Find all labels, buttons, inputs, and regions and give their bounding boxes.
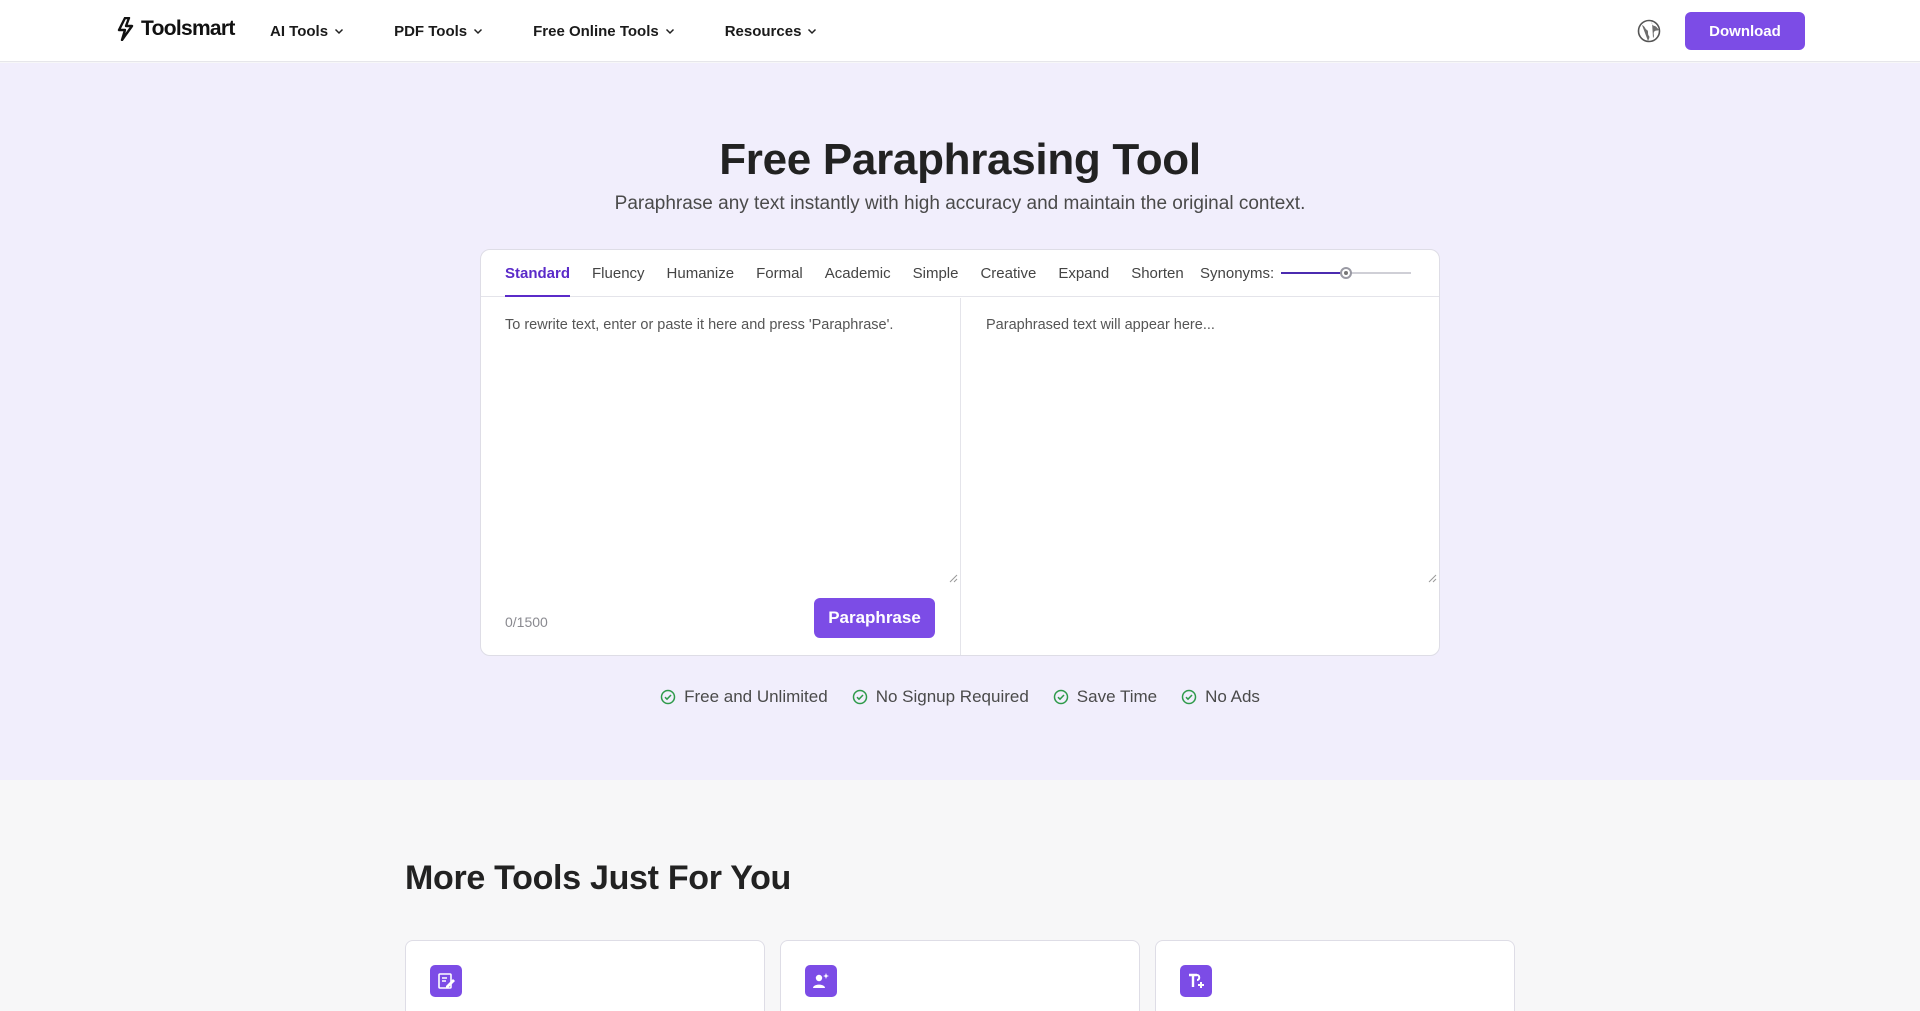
- feature-list: Free and Unlimited No Signup Required Sa…: [0, 687, 1920, 707]
- feature-label: Free and Unlimited: [684, 687, 828, 706]
- synonyms-label: Synonyms:: [1200, 265, 1275, 282]
- tab-formal[interactable]: Formal: [756, 250, 803, 297]
- nav-ai-tools[interactable]: AI Tools: [270, 23, 344, 40]
- logo-text: Toolsmart: [141, 17, 235, 40]
- mode-tabs-bar: Standard Fluency Humanize Formal Academi…: [481, 250, 1439, 297]
- edit-document-icon: [430, 965, 462, 997]
- slider-fill: [1281, 272, 1346, 274]
- slider-thumb[interactable]: [1340, 267, 1352, 279]
- output-textarea[interactable]: [962, 298, 1439, 581]
- tab-humanize[interactable]: Humanize: [667, 250, 735, 297]
- nav-pdf-tools[interactable]: PDF Tools: [394, 23, 483, 40]
- tool-tile[interactable]: [405, 940, 765, 1011]
- chevron-down-icon: [665, 26, 675, 36]
- nav-label: PDF Tools: [394, 22, 468, 40]
- tab-expand[interactable]: Expand: [1058, 250, 1109, 297]
- nav-label: Resources: [724, 22, 802, 40]
- feature-item: Save Time: [1053, 687, 1157, 707]
- tab-creative[interactable]: Creative: [980, 250, 1036, 297]
- tab-standard[interactable]: Standard: [505, 250, 571, 297]
- nav-resources[interactable]: Resources: [725, 23, 818, 40]
- check-circle-icon: [660, 689, 676, 705]
- check-circle-icon: [1181, 689, 1197, 705]
- check-circle-icon: [1053, 689, 1069, 705]
- tab-academic[interactable]: Academic: [825, 250, 891, 297]
- tab-simple[interactable]: Simple: [913, 250, 959, 297]
- globe-icon[interactable]: [1637, 19, 1661, 43]
- page-subtitle: Paraphrase any text instantly with high …: [614, 193, 1306, 214]
- text-paragraph-plus-icon: [1180, 965, 1212, 997]
- resize-handle-icon[interactable]: [1428, 570, 1437, 583]
- paraphraser-card: Standard Fluency Humanize Formal Academi…: [480, 249, 1440, 656]
- chevron-down-icon: [334, 26, 344, 36]
- feature-item: Free and Unlimited: [660, 687, 828, 707]
- nav-label: Free Online Tools: [533, 22, 659, 40]
- synonyms-slider[interactable]: [1281, 266, 1411, 280]
- feature-item: No Signup Required: [852, 687, 1029, 707]
- chevron-down-icon: [807, 26, 817, 36]
- mode-tabs: Standard Fluency Humanize Formal Academi…: [505, 250, 1206, 297]
- feature-label: Save Time: [1076, 687, 1158, 706]
- resize-handle-icon[interactable]: [949, 570, 958, 583]
- more-tools-grid: [405, 940, 1515, 1011]
- nav-label: AI Tools: [270, 22, 329, 40]
- more-tools-title: More Tools Just For You: [405, 859, 792, 897]
- hero-section: Free Paraphrasing Tool Paraphrase any te…: [0, 63, 1920, 780]
- tab-fluency[interactable]: Fluency: [592, 250, 645, 297]
- input-textarea[interactable]: [481, 298, 960, 581]
- user-sparkle-icon: [805, 965, 837, 997]
- lightning-logo-icon: [116, 16, 138, 42]
- main-nav: AI Tools PDF Tools Free Online Tools Res…: [270, 0, 817, 62]
- output-pane: [962, 298, 1439, 655]
- chevron-down-icon: [473, 26, 483, 36]
- paraphrase-button[interactable]: Paraphrase: [814, 598, 935, 638]
- feature-label: No Signup Required: [875, 687, 1029, 706]
- download-button[interactable]: Download: [1685, 12, 1805, 50]
- top-header: Toolsmart AI Tools PDF Tools Free Online…: [0, 0, 1920, 62]
- logo[interactable]: Toolsmart: [116, 16, 235, 42]
- feature-item: No Ads: [1181, 687, 1260, 707]
- character-count: 0/1500: [505, 614, 548, 630]
- tool-tile[interactable]: [780, 940, 1140, 1011]
- feature-label: No Ads: [1205, 687, 1260, 706]
- page-title: Free Paraphrasing Tool: [719, 135, 1201, 184]
- check-circle-icon: [852, 689, 868, 705]
- tab-shorten[interactable]: Shorten: [1131, 250, 1184, 297]
- nav-free-online-tools[interactable]: Free Online Tools: [533, 23, 675, 40]
- input-pane: 0/1500 Paraphrase: [481, 298, 961, 655]
- tool-tile[interactable]: [1155, 940, 1515, 1011]
